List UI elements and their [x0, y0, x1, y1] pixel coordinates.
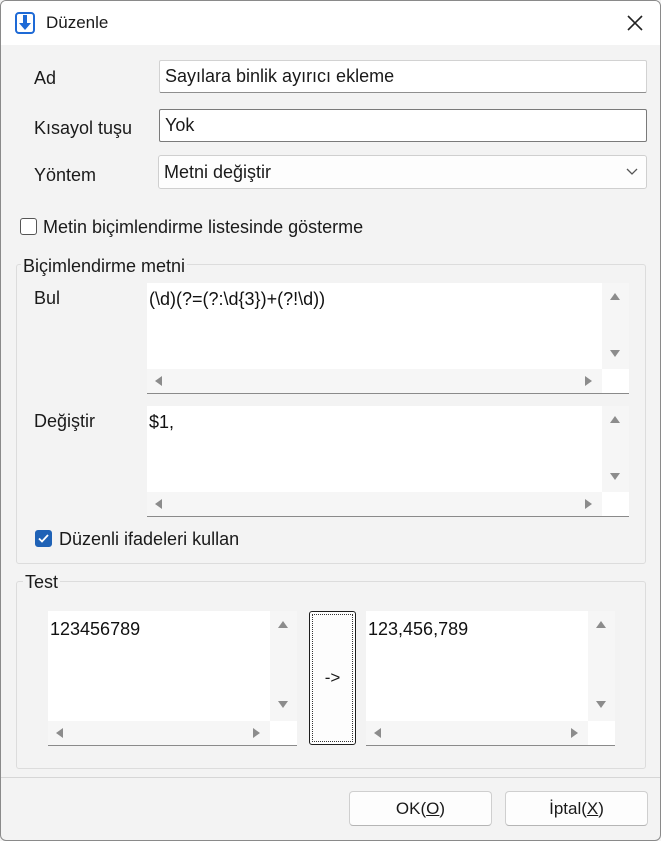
download-arrow-icon	[15, 12, 35, 34]
test-output-textarea[interactable]: 123,456,789	[366, 611, 615, 746]
scroll-right-arrow[interactable]	[571, 728, 578, 738]
method-dropdown[interactable]: Metni değiştir	[158, 155, 647, 189]
test-group-title: Test	[23, 572, 61, 593]
test-input-horizontal-scrollbar[interactable]	[48, 721, 270, 745]
checkmark-icon	[38, 534, 49, 543]
scroll-down-arrow[interactable]	[278, 701, 288, 708]
use-regex-checkbox[interactable]	[35, 530, 52, 547]
ok-button[interactable]: OK(O)	[349, 791, 492, 826]
close-button[interactable]	[615, 7, 655, 39]
find-label: Bul	[34, 288, 61, 308]
scroll-down-arrow[interactable]	[596, 701, 606, 708]
ok-access-key: O	[426, 799, 440, 818]
cancel-label-suffix: )	[598, 799, 604, 818]
replace-horizontal-scrollbar[interactable]	[147, 492, 602, 516]
name-label: Ad	[34, 68, 57, 88]
method-selected-value: Metni değiştir	[164, 162, 272, 182]
replace-label: Değiştir	[34, 411, 96, 431]
scroll-down-arrow[interactable]	[610, 473, 620, 480]
scroll-right-arrow[interactable]	[585, 376, 592, 386]
test-input-text: 123456789	[50, 619, 141, 639]
title-bar: Düzenle	[1, 1, 660, 45]
method-label: Yöntem	[34, 165, 97, 185]
scroll-up-arrow[interactable]	[596, 621, 606, 628]
scroll-right-arrow[interactable]	[585, 499, 592, 509]
test-input-textarea[interactable]: 123456789	[48, 611, 297, 746]
scroll-up-arrow[interactable]	[610, 293, 620, 300]
cancel-access-key: X	[586, 799, 599, 818]
ok-label-prefix: OK(	[395, 799, 427, 818]
test-input-vertical-scrollbar[interactable]	[270, 611, 297, 721]
find-vertical-scrollbar[interactable]	[602, 283, 629, 369]
format-group-title: Biçimlendirme metni	[21, 256, 188, 277]
chevron-down-icon	[626, 168, 638, 175]
ok-label-suffix: )	[439, 799, 446, 818]
use-regex-label: Düzenli ifadeleri kullan	[59, 529, 240, 549]
cancel-button[interactable]: İptal(X)	[505, 791, 648, 826]
hide-in-list-checkbox[interactable]	[20, 218, 37, 235]
shortcut-field[interactable]: Yok	[159, 109, 647, 142]
scroll-left-arrow[interactable]	[56, 728, 63, 738]
cancel-label-prefix: İptal(	[549, 799, 587, 818]
replace-vertical-scrollbar[interactable]	[602, 406, 629, 492]
replace-textarea[interactable]: $1,	[147, 406, 629, 517]
scroll-down-arrow[interactable]	[610, 350, 620, 357]
find-textarea[interactable]: (\d)(?=(?:\d{3})+(?!\d))	[147, 283, 629, 394]
scroll-up-arrow[interactable]	[610, 416, 620, 423]
close-icon	[627, 15, 643, 31]
scroll-right-arrow[interactable]	[253, 728, 260, 738]
run-test-button[interactable]: ->	[309, 611, 356, 745]
hide-in-list-label: Metin biçimlendirme listesinde gösterme	[43, 217, 364, 237]
scroll-left-arrow[interactable]	[155, 499, 162, 509]
find-text: (\d)(?=(?:\d{3})+(?!\d))	[149, 289, 326, 309]
scroll-left-arrow[interactable]	[155, 376, 162, 386]
window-title: Düzenle	[46, 13, 109, 32]
footer-separator	[1, 777, 660, 778]
replace-text: $1,	[149, 412, 175, 432]
test-output-text: 123,456,789	[368, 619, 469, 639]
find-horizontal-scrollbar[interactable]	[147, 369, 602, 393]
test-output-horizontal-scrollbar[interactable]	[366, 721, 588, 745]
scroll-left-arrow[interactable]	[374, 728, 381, 738]
test-output-vertical-scrollbar[interactable]	[588, 611, 615, 721]
scroll-up-arrow[interactable]	[278, 621, 288, 628]
shortcut-label: Kısayol tuşu	[34, 118, 133, 138]
edit-dialog: Düzenle Ad Sayılara binlik ayırıcı eklem…	[0, 0, 661, 841]
name-field[interactable]: Sayılara binlik ayırıcı ekleme	[159, 60, 647, 93]
